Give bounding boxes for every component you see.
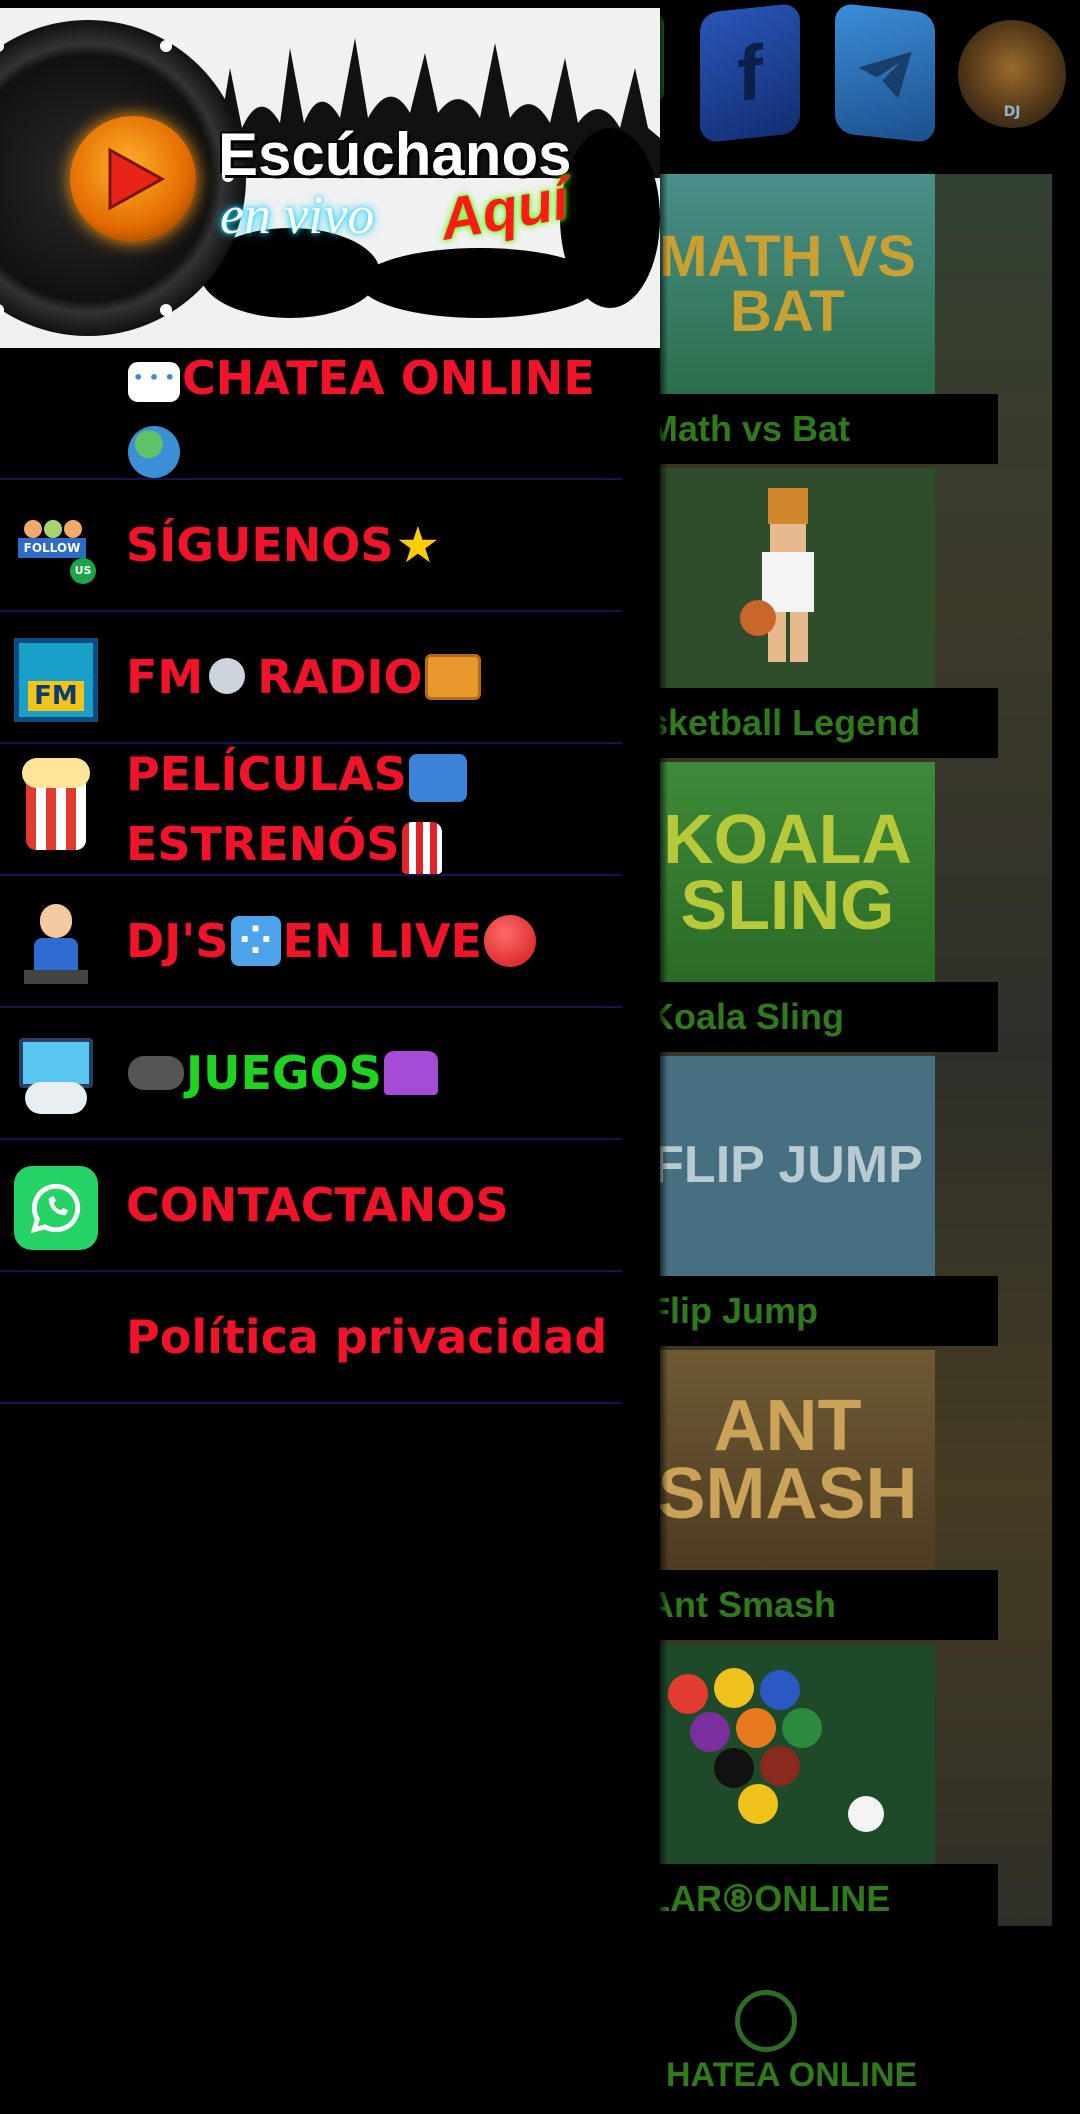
menu-item-chatea-online[interactable]: CHATEA ONLINE	[0, 348, 622, 480]
menu-item-label: JUEGOS	[126, 1008, 626, 1138]
popcorn-icon	[14, 758, 98, 854]
facebook-letter: f	[737, 27, 763, 118]
dj-avatar-icon[interactable]: DJ	[958, 20, 1066, 128]
dice-icon	[230, 916, 281, 966]
live-radio-banner[interactable]: Escúchanos en vivo Aquí	[0, 8, 660, 348]
thumb-text: ANT SMASH	[657, 1385, 918, 1534]
red-circle-icon	[483, 915, 536, 967]
label-text: SÍGUENOS	[126, 518, 394, 572]
menu-item-juegos[interactable]: JUEGOS	[0, 1008, 622, 1140]
game-title[interactable]: Math vs Bat	[634, 394, 998, 464]
thumb-text: MATH VS BAT	[659, 223, 916, 344]
game-title[interactable]: Koala Sling	[634, 982, 998, 1052]
popcorn-emoji-icon	[401, 821, 442, 874]
menu-item-label: CHATEA ONLINE	[126, 348, 626, 478]
game-card[interactable]: FLIP JUMP Flip Jump	[634, 1056, 1052, 1350]
ink-splatter	[560, 128, 660, 308]
avatar-text: DJ	[1003, 104, 1021, 120]
pixel-player-icon	[739, 488, 814, 662]
label-text: JUEGOS	[186, 1046, 382, 1100]
navigation-drawer: Escúchanos en vivo Aquí CHATEA ONLINE FO…	[0, 0, 660, 2114]
movie-camera-icon	[408, 753, 467, 802]
speech-bubble-icon	[128, 361, 180, 402]
label-text-b: ESTRENÓS	[126, 817, 400, 871]
game-card[interactable]: ANT SMASH Ant Smash	[634, 1350, 1052, 1644]
label-text-b: EN LIVE	[282, 914, 482, 968]
billiard-balls-icon	[667, 1668, 884, 1832]
thumb-text: FLIP JUMP	[652, 1136, 923, 1195]
label-text: CHATEA ONLINE	[182, 351, 595, 405]
menu-item-label: SÍGUENOS ★	[126, 480, 626, 610]
game-console-icon	[14, 1034, 98, 1118]
label-text-b: RADIO	[257, 650, 423, 704]
menu-item-djs-en-live[interactable]: DJ'S EN LIVE	[0, 876, 622, 1008]
thumb-text: KOALA SLING	[663, 799, 912, 944]
banner-subtitle: en vivo	[220, 185, 375, 245]
label-text-a: DJ'S	[126, 914, 229, 968]
star-icon: ★	[395, 516, 441, 574]
dj-icon	[14, 902, 98, 986]
globe-icon	[128, 425, 180, 478]
game-thumbnail[interactable]: MATH VS BAT	[640, 174, 935, 394]
bottom-chat-button[interactable]: HATEA ONLINE	[640, 1990, 1080, 2100]
game-thumbnail[interactable]: ANT SMASH	[640, 1350, 935, 1570]
game-thumbnail[interactable]	[640, 468, 935, 688]
fm-radio-icon: FM	[14, 638, 98, 722]
menu-item-label: DJ'S EN LIVE	[126, 876, 626, 1006]
ink-splatter	[360, 248, 600, 318]
menu-item-label: Política privacidad	[126, 1310, 608, 1364]
menu-item-politica-privacidad[interactable]: Política privacidad	[0, 1272, 622, 1404]
satellite-dish-icon	[205, 652, 255, 702]
globe-chat-icon	[735, 1990, 797, 2052]
telegram-icon[interactable]	[835, 2, 935, 144]
label-text-a: FM	[126, 650, 204, 704]
game-card[interactable]: sketball Legend	[634, 468, 1052, 762]
menu-item-label: FM RADIO	[126, 612, 626, 742]
game-title[interactable]: Ant Smash	[634, 1570, 998, 1640]
whatsapp-icon	[14, 1166, 98, 1250]
games-list: MATH VS BAT Math vs Bat sketball Legend …	[634, 174, 1052, 1934]
radio-icon	[424, 654, 481, 700]
game-title[interactable]: LAR⑧ONLINE	[634, 1864, 998, 1934]
social-icons-bar: f DJ	[640, 2, 1080, 148]
game-thumbnail[interactable]	[640, 1644, 935, 1864]
label-text-a: PELÍCULAS	[126, 747, 407, 801]
menu-item-peliculas[interactable]: PELÍCULAS ESTRENÓS	[0, 744, 622, 876]
gamepad-icon	[128, 1056, 184, 1090]
game-thumbnail[interactable]: KOALA SLING	[640, 762, 935, 982]
follow-us-icon: FOLLOW US	[14, 506, 98, 590]
paper-plane-icon	[858, 51, 912, 99]
game-card[interactable]: LAR⑧ONLINE	[634, 1644, 1052, 1938]
play-icon[interactable]	[70, 116, 196, 242]
menu-item-siguenos[interactable]: FOLLOW US SÍGUENOS ★	[0, 480, 622, 612]
game-card[interactable]: MATH VS BAT Math vs Bat	[634, 174, 1052, 468]
game-title[interactable]: Flip Jump	[634, 1276, 998, 1346]
drawer-shadow	[660, 0, 668, 2114]
menu-item-label: CONTACTANOS	[126, 1178, 509, 1232]
facebook-icon[interactable]: f	[700, 2, 800, 144]
menu-item-fm-radio[interactable]: FM FM RADIO	[0, 612, 622, 744]
bottom-chat-label: HATEA ONLINE	[666, 2056, 918, 2094]
menu-item-contactanos[interactable]: CONTACTANOS	[0, 1140, 622, 1272]
space-invader-icon	[383, 1051, 438, 1095]
menu-item-label: PELÍCULAS ESTRENÓS	[126, 744, 626, 874]
game-thumbnail[interactable]: FLIP JUMP	[640, 1056, 935, 1276]
game-title[interactable]: sketball Legend	[634, 688, 998, 758]
drawer-menu: CHATEA ONLINE FOLLOW US SÍGUENOS★ FM	[0, 348, 660, 1404]
game-card[interactable]: KOALA SLING Koala Sling	[634, 762, 1052, 1056]
